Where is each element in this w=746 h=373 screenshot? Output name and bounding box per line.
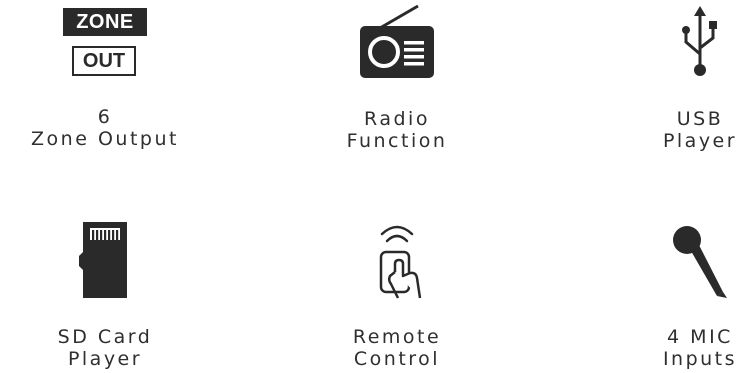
feature-label-line1: USB	[676, 108, 724, 130]
feature-usb: USB Player	[610, 4, 746, 152]
feature-label-line2: Inputs	[662, 348, 738, 370]
feature-label: Remote Control	[307, 326, 487, 370]
microphone-icon	[673, 226, 727, 298]
feature-label: Radio Function	[307, 108, 487, 152]
feature-label: SD Card Player	[15, 326, 195, 370]
feature-label-line1: Radio	[364, 108, 430, 130]
feature-zone-output: ZONE OUT 6 Zone Output	[15, 8, 195, 150]
feature-label: 6 Zone Output	[15, 106, 195, 150]
feature-remote-control: Remote Control	[307, 220, 487, 370]
feature-label-line2: Control	[353, 348, 441, 370]
sd-card-icon	[79, 222, 127, 298]
feature-label-line2: Player	[67, 348, 143, 370]
feature-label-line1: 6	[97, 106, 113, 128]
feature-radio: Radio Function	[307, 4, 487, 152]
zone-badge-top: ZONE	[63, 8, 147, 36]
feature-mic-inputs: 4 MIC Inputs	[610, 220, 746, 370]
feature-label: 4 MIC Inputs	[610, 326, 746, 370]
feature-label-line2: Zone Output	[31, 128, 179, 150]
feature-label-line1: Remote	[352, 326, 442, 348]
feature-label: USB Player	[610, 108, 746, 152]
feature-label-line2: Player	[662, 130, 738, 152]
feature-label-line2: Function	[346, 130, 448, 152]
remote-control-icon	[379, 225, 422, 299]
zone-out-icon: ZONE OUT	[63, 8, 147, 76]
radio-icon	[360, 4, 434, 78]
feature-label-line1: SD Card	[57, 326, 153, 348]
out-badge-bottom: OUT	[72, 46, 136, 76]
feature-label-line1: 4 MIC	[667, 326, 733, 348]
usb-icon	[682, 6, 717, 76]
feature-sd-card: SD Card Player	[15, 220, 195, 370]
